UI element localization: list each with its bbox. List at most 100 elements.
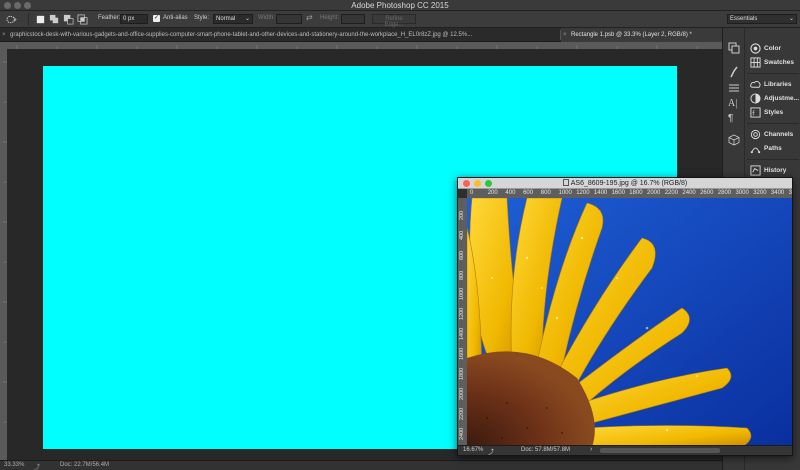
sunflower-image	[467, 198, 792, 447]
height-input[interactable]	[341, 14, 365, 24]
panel-item-label: Paths	[764, 145, 782, 152]
app-title: Adobe Photoshop CC 2015	[351, 1, 449, 10]
workspace-value: Essentials	[730, 16, 758, 22]
ruler-label: 400	[459, 230, 465, 240]
floating-vertical-ruler: 200 400 600 800 1000 1200 1400 1600 1800 2000 2200…	[458, 198, 467, 447]
width-label: Width:	[258, 15, 276, 21]
ruler-label: 600	[459, 250, 465, 260]
ruler-label: 2200	[664, 190, 679, 196]
channels-icon	[750, 129, 761, 140]
paths-pen-icon	[750, 147, 761, 154]
tab-graphicstock-desk[interactable]: × graphicstock-desk-with-various-gadgets…	[0, 28, 560, 42]
ruler-label: 1200	[459, 307, 465, 320]
style-select-value: Normal	[216, 16, 236, 22]
floating-zoom-level[interactable]: 16.67%	[463, 447, 483, 453]
ruler-label: 1600	[459, 347, 465, 360]
panel-item-channels[interactable]: Channels	[749, 129, 800, 141]
svg-text:f: f	[752, 109, 755, 117]
artboard-icon[interactable]	[728, 42, 740, 54]
tab-label: graphicstock-desk-with-various-gadgets-a…	[10, 32, 473, 38]
document-tab-bar: × graphicstock-desk-with-various-gadgets…	[0, 28, 722, 42]
width-input[interactable]	[276, 14, 302, 24]
panel-item-color[interactable]: Color	[749, 43, 800, 55]
scroll-left-arrow-icon[interactable]: ›	[590, 446, 592, 453]
ruler-label: 2600	[700, 190, 714, 196]
options-bar: Feather: 0 px ✓ Anti-alias Style: Normal…	[0, 11, 800, 28]
brush-icon[interactable]	[728, 66, 740, 78]
marquee-tool-icon[interactable]	[6, 14, 17, 25]
styles-fx-icon: f	[750, 107, 761, 118]
divider	[28, 13, 29, 26]
panel-item-label: History	[764, 167, 787, 174]
paragraph-icon[interactable]: ¶	[728, 113, 740, 125]
panel-item-styles[interactable]: f Styles	[749, 107, 800, 119]
horizontal-scrollbar[interactable]	[600, 448, 720, 453]
chevron-down-icon: ⌄	[788, 16, 794, 22]
export-icon[interactable]: ⤴	[488, 447, 494, 456]
panel-divider	[747, 159, 799, 160]
anti-alias-checkbox[interactable]: ✓	[153, 15, 160, 22]
libraries-cloud-icon	[750, 80, 761, 88]
swap-icon[interactable]: ⇄	[306, 13, 313, 22]
intersect-selection-icon[interactable]	[77, 14, 88, 25]
style-label: Style:	[194, 15, 210, 21]
floating-window-title: AS6_8609-195.jpg @ 16.7% (RGB/8)	[458, 179, 792, 187]
zoom-level[interactable]: 33.33%	[4, 462, 24, 468]
ruler-label: 600	[523, 190, 534, 196]
3d-cube-icon[interactable]	[728, 134, 740, 146]
feather-input[interactable]: 0 px	[120, 14, 148, 24]
subtract-from-selection-icon[interactable]	[63, 14, 74, 25]
close-tab-icon[interactable]: ×	[2, 28, 6, 42]
ruler-label: 2400	[682, 190, 696, 196]
tab-rectangle-psb[interactable]: × Rectangle 1.psb @ 33.3% (Layer 2, RGB/…	[561, 28, 722, 42]
chevron-down-icon: ⌄	[244, 16, 250, 22]
panel-divider	[747, 123, 799, 124]
ruler-label: 3000	[735, 190, 749, 196]
ruler-label: 1200	[576, 190, 590, 196]
ruler-label: 1400	[459, 327, 465, 340]
doc-size: Doc: 22.7M/56.4M	[60, 462, 110, 468]
adjustments-icon	[750, 93, 761, 104]
floating-window-titlebar[interactable]: AS6_8609-195.jpg @ 16.7% (RGB/8)	[458, 178, 792, 189]
character-icon[interactable]: A|	[728, 98, 740, 110]
add-to-selection-icon[interactable]	[49, 14, 60, 25]
panel-item-label: Libraries	[764, 81, 792, 88]
panel-item-paths[interactable]: Paths	[749, 143, 800, 155]
new-selection-icon[interactable]	[35, 14, 46, 25]
height-label: Height:	[320, 15, 340, 21]
ruler-label: 0	[470, 190, 474, 196]
feather-label: Feather:	[98, 15, 121, 21]
floating-window-title-text: AS6_8609-195.jpg @ 16.7% (RGB/8)	[570, 180, 688, 187]
close-tab-icon[interactable]: ×	[563, 28, 567, 42]
ruler-label: 3400	[770, 190, 785, 196]
history-icon	[750, 165, 761, 176]
swatches-grid-icon	[750, 57, 761, 68]
ruler-label: 400	[505, 190, 516, 196]
ruler-label: 1600	[611, 190, 625, 196]
brush-presets-icon[interactable]	[728, 82, 740, 94]
tab-label: Rectangle 1.psb @ 33.3% (Layer 2, RGB/8)…	[571, 32, 692, 38]
style-select[interactable]: Normal ⌄	[213, 14, 253, 24]
export-icon[interactable]: ⤴	[34, 462, 40, 470]
floating-document-window[interactable]: AS6_8609-195.jpg @ 16.7% (RGB/8) 0 200 400…	[457, 177, 793, 456]
ruler-label: 800	[540, 190, 551, 196]
floating-doc-size: Doc: 57.8M/57.8M	[521, 447, 571, 453]
panel-item-label: Channels	[764, 131, 794, 138]
panel-item-history[interactable]: History	[749, 165, 800, 177]
panel-item-label: Adjustme...	[764, 95, 800, 102]
ruler-label: 2400	[459, 427, 465, 440]
panel-item-swatches[interactable]: Swatches	[749, 57, 800, 69]
ruler-label: 2800	[717, 190, 732, 196]
ruler-label: 1000	[459, 287, 465, 300]
anti-alias-label: Anti-alias	[163, 15, 188, 21]
floating-status-bar: 16.67% ⤴ Doc: 57.8M/57.8M ›	[458, 445, 792, 456]
ruler-label: 1000	[558, 190, 572, 196]
ruler-label: 1400	[593, 190, 608, 196]
panel-item-libraries[interactable]: Libraries	[749, 79, 800, 91]
status-bar: 33.33% ⤴ Doc: 22.7M/56.4M	[0, 460, 722, 470]
sunflower-photo[interactable]	[467, 198, 792, 447]
workspace-select[interactable]: Essentials ⌄	[727, 14, 797, 24]
refine-edge-button[interactable]: Refine Edge...	[372, 14, 416, 28]
panel-item-adjustments[interactable]: Adjustme...	[749, 93, 800, 105]
ruler-label: 800	[459, 270, 465, 280]
